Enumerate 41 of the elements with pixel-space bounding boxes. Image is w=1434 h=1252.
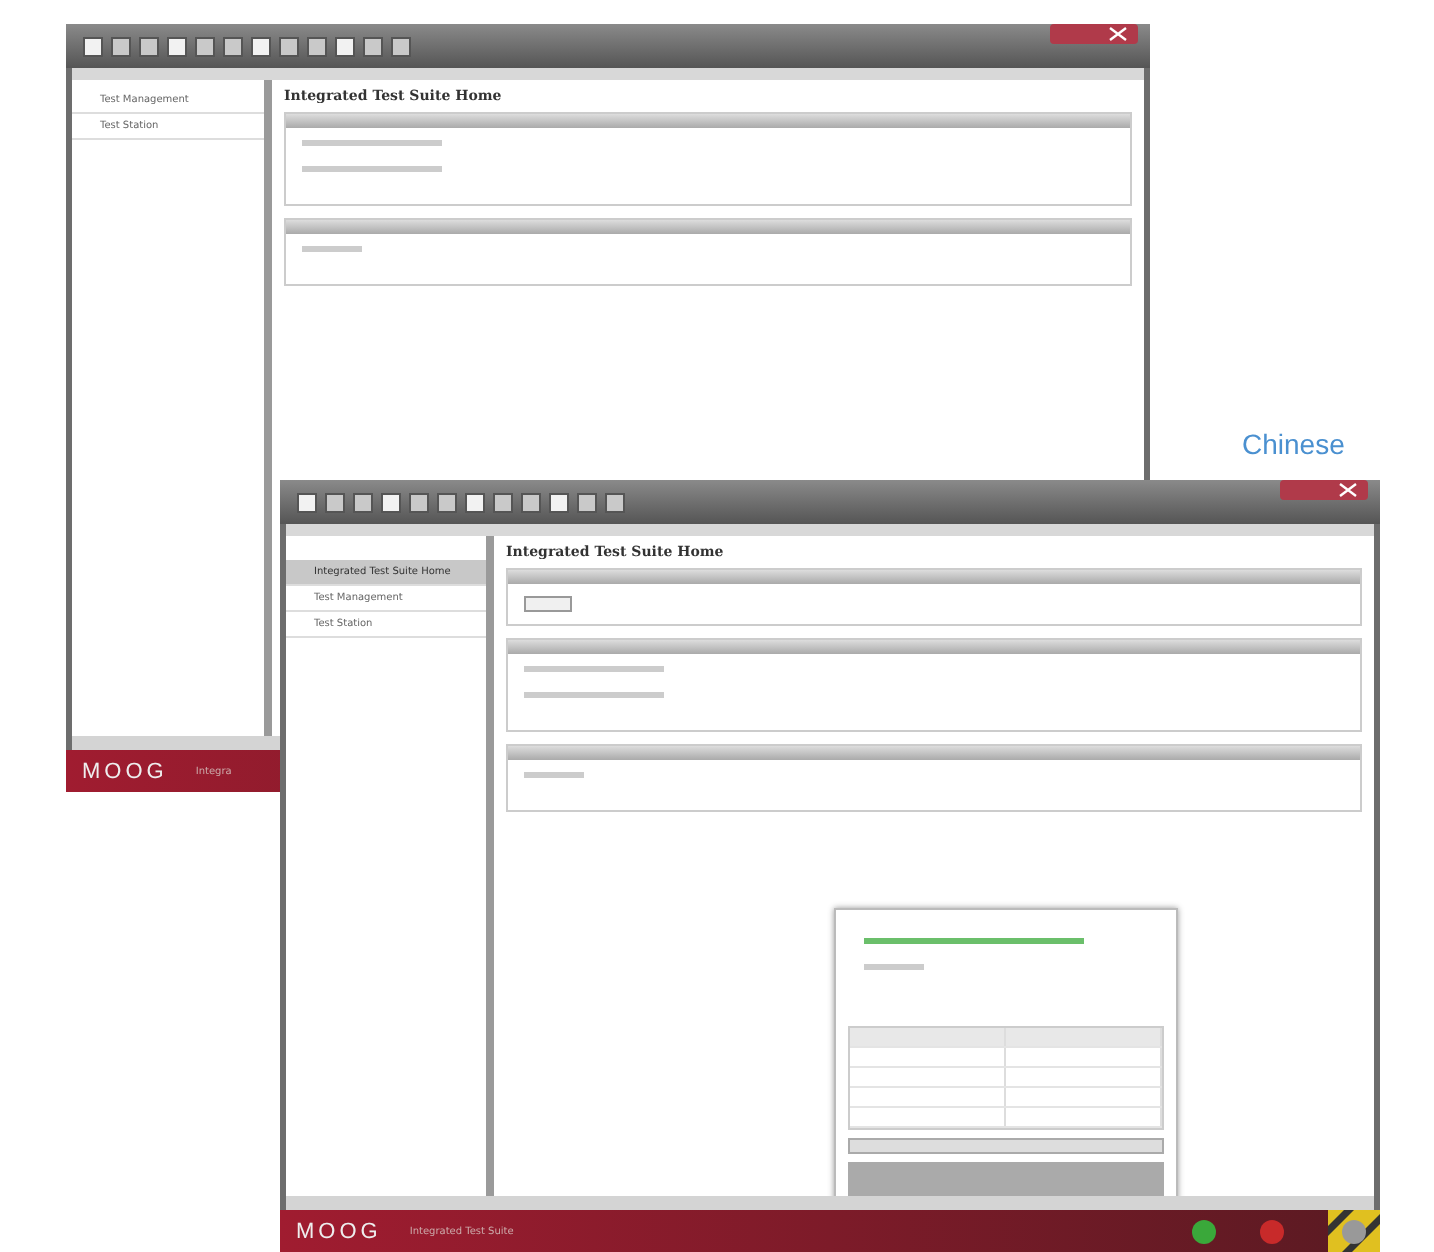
hazard-icon[interactable] bbox=[1328, 1209, 1380, 1252]
language-label: Chinese bbox=[1242, 428, 1345, 460]
blurred-text bbox=[302, 140, 442, 146]
window-controls-icon[interactable] bbox=[1280, 480, 1368, 500]
blurred-text bbox=[302, 166, 442, 172]
toolbar-icon[interactable] bbox=[110, 35, 132, 57]
toolbar-icon[interactable] bbox=[138, 35, 160, 57]
toolbar-icon[interactable] bbox=[576, 491, 598, 513]
logo: MOOG bbox=[296, 1219, 382, 1243]
blurred-text bbox=[524, 666, 664, 672]
small-button[interactable] bbox=[524, 596, 572, 612]
toolbar-icon[interactable] bbox=[334, 35, 356, 57]
toolbar-icon[interactable] bbox=[194, 35, 216, 57]
window-controls-icon[interactable] bbox=[1050, 24, 1138, 44]
blurred-text bbox=[864, 964, 924, 970]
blurred-text bbox=[524, 772, 584, 778]
scroll-bar[interactable] bbox=[848, 1138, 1164, 1154]
blurred-text bbox=[524, 692, 664, 698]
toolbar-icon[interactable] bbox=[492, 491, 514, 513]
toolbar-icon[interactable] bbox=[380, 491, 402, 513]
toolbar-icon[interactable] bbox=[390, 35, 412, 57]
toolbar-icon[interactable] bbox=[352, 491, 374, 513]
blurred-text bbox=[302, 246, 362, 252]
toolbar-icon[interactable] bbox=[250, 35, 272, 57]
toolbar-icon[interactable] bbox=[82, 35, 104, 57]
toolbar-icon[interactable] bbox=[222, 35, 244, 57]
toolbar-icon[interactable] bbox=[464, 491, 486, 513]
toolbar-icon[interactable] bbox=[520, 491, 542, 513]
status-dot-icon bbox=[1260, 1219, 1284, 1243]
toolbar-icon[interactable] bbox=[436, 491, 458, 513]
toolbar-icon[interactable] bbox=[604, 491, 626, 513]
toolbar-icon[interactable] bbox=[296, 491, 318, 513]
toolbar-icon[interactable] bbox=[362, 35, 384, 57]
toolbar-icon[interactable] bbox=[306, 35, 328, 57]
toolbar-icon[interactable] bbox=[408, 491, 430, 513]
toolbar-icon[interactable] bbox=[278, 35, 300, 57]
status-dot-icon bbox=[1192, 1219, 1216, 1243]
toolbar-icon[interactable] bbox=[548, 491, 570, 513]
logo: MOOG bbox=[82, 759, 168, 783]
toolbar-icon[interactable] bbox=[166, 35, 188, 57]
toolbar-icon[interactable] bbox=[324, 491, 346, 513]
